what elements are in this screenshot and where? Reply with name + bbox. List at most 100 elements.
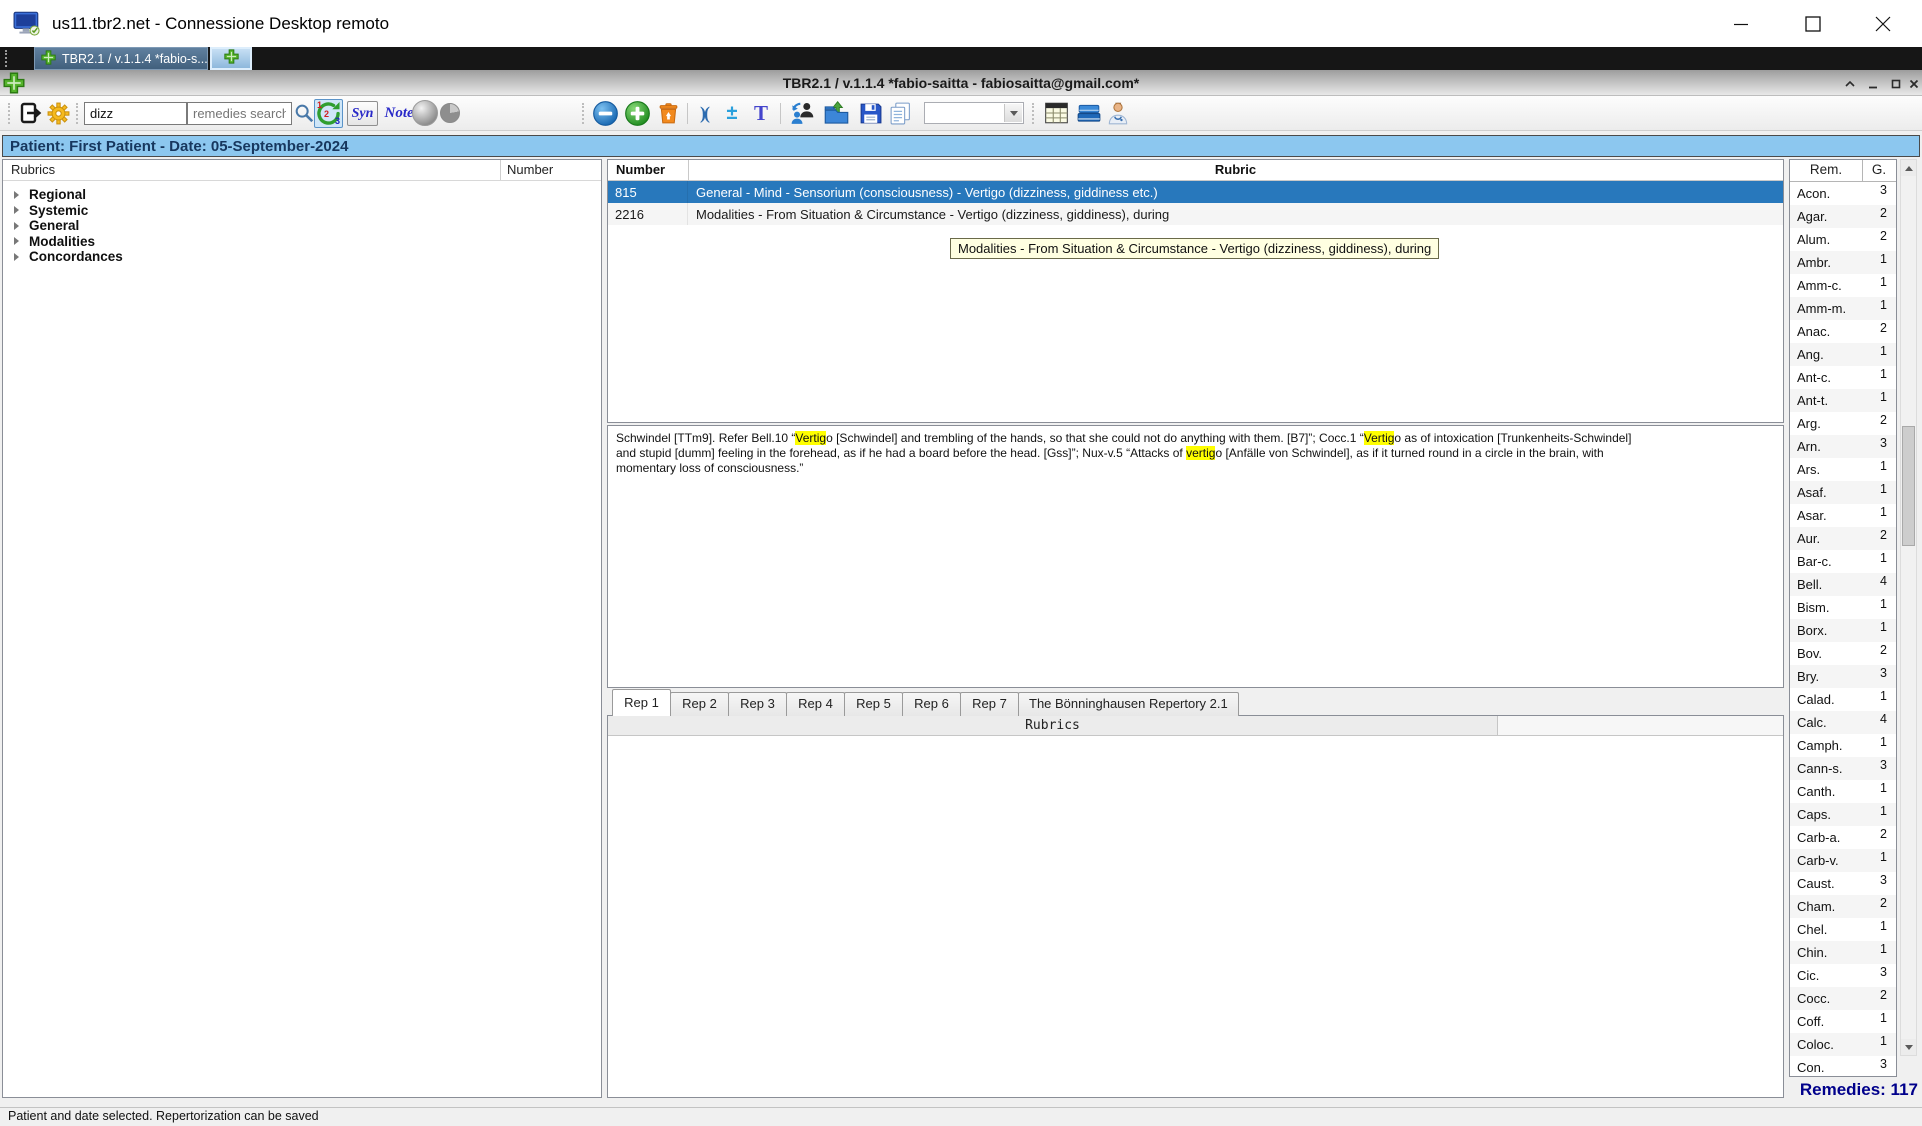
remedy-row[interactable]: Bar-c.1 xyxy=(1790,550,1896,573)
dropdown-arrow-icon[interactable] xyxy=(1004,104,1022,122)
repertory-library-button[interactable] xyxy=(1075,100,1103,126)
tab-rep-2[interactable]: Rep 2 xyxy=(670,692,729,716)
syn-button[interactable]: Syn xyxy=(347,101,378,126)
patient-info-button[interactable] xyxy=(1104,100,1132,126)
remedies-search-input[interactable] xyxy=(187,102,292,125)
remedy-row[interactable]: Carb-v.1 xyxy=(1790,849,1896,872)
app-minimize-button[interactable] xyxy=(1864,76,1881,91)
delete-bin-button[interactable] xyxy=(655,100,682,126)
rubric-row[interactable]: 815General - Mind - Sensorium (conscious… xyxy=(608,181,1783,203)
expand-arrow-icon[interactable] xyxy=(14,253,19,261)
app-shade-button[interactable] xyxy=(1841,76,1858,91)
remedy-row[interactable]: Bell.4 xyxy=(1790,573,1896,596)
tree-header-rubrics[interactable]: Rubrics xyxy=(11,162,55,177)
text-tool-button[interactable]: T xyxy=(748,100,774,126)
remedy-row[interactable]: Amm-c.1 xyxy=(1790,274,1896,297)
remedy-row[interactable]: Agar.2 xyxy=(1790,205,1896,228)
remedy-row[interactable]: Cann-s.3 xyxy=(1790,757,1896,780)
app-restore-button[interactable] xyxy=(1887,76,1904,91)
remedy-row[interactable]: Bry.3 xyxy=(1790,665,1896,688)
remedy-row[interactable]: Bism.1 xyxy=(1790,596,1896,619)
remedy-row[interactable]: Asaf.1 xyxy=(1790,481,1896,504)
remedy-row[interactable]: Ang.1 xyxy=(1790,343,1896,366)
plus-minus-button[interactable]: ± xyxy=(721,100,743,126)
remedy-row[interactable]: Bov.2 xyxy=(1790,642,1896,665)
remedies-scrollbar[interactable] xyxy=(1900,159,1917,1056)
remedies-header-grade[interactable]: G. xyxy=(1862,162,1896,177)
tab-rep-7[interactable]: Rep 7 xyxy=(960,692,1019,716)
tree-item-regional[interactable]: Regional xyxy=(3,187,601,203)
repertorize-toggle-button[interactable]: 1 2 3 xyxy=(314,99,343,128)
tab-rep-6[interactable]: Rep 6 xyxy=(902,692,961,716)
scroll-up-icon[interactable] xyxy=(1901,160,1916,176)
tab-rep-3[interactable]: Rep 3 xyxy=(728,692,787,716)
remedy-row[interactable]: Chin.1 xyxy=(1790,941,1896,964)
remedy-row[interactable]: Coloc.1 xyxy=(1790,1033,1896,1056)
tree-item-systemic[interactable]: Systemic xyxy=(3,203,601,219)
add-rubric-button[interactable] xyxy=(623,100,651,126)
scroll-down-icon[interactable] xyxy=(1901,1039,1916,1055)
repertory-dropdown[interactable] xyxy=(924,102,1024,124)
remedy-row[interactable]: Borx.1 xyxy=(1790,619,1896,642)
remedy-row[interactable]: Calc.4 xyxy=(1790,711,1896,734)
tab-rep-5[interactable]: Rep 5 xyxy=(844,692,903,716)
rubric-row[interactable]: 2216Modalities - From Situation & Circum… xyxy=(608,203,1783,225)
remedy-row[interactable]: Cic.3 xyxy=(1790,964,1896,987)
search-button[interactable] xyxy=(293,100,315,126)
remove-rubric-button[interactable] xyxy=(591,100,619,126)
remedy-row[interactable]: Caust.3 xyxy=(1790,872,1896,895)
table-view-button[interactable] xyxy=(1041,100,1071,126)
rep-rubrics-header[interactable]: Rubrics xyxy=(608,716,1498,736)
combine-rubrics-button[interactable]: )( xyxy=(691,100,717,126)
tab-rep-1[interactable]: Rep 1 xyxy=(612,689,671,716)
remedy-row[interactable]: Camph.1 xyxy=(1790,734,1896,757)
pie-chart-button[interactable] xyxy=(440,100,460,126)
remedy-row[interactable]: Cham.2 xyxy=(1790,895,1896,918)
tab-rep-4[interactable]: Rep 4 xyxy=(786,692,845,716)
remedy-row[interactable]: Amm-m.1 xyxy=(1790,297,1896,320)
remedy-row[interactable]: Caps.1 xyxy=(1790,803,1896,826)
expand-arrow-icon[interactable] xyxy=(14,237,19,245)
remedy-row[interactable]: Ambr.1 xyxy=(1790,251,1896,274)
patient-swap-button[interactable] xyxy=(788,100,818,126)
remedy-row[interactable]: Arg.2 xyxy=(1790,412,1896,435)
taskbar-tab-icon-only[interactable] xyxy=(210,47,252,70)
remedy-row[interactable]: Con.3 xyxy=(1790,1056,1896,1077)
remedy-row[interactable]: Carb-a.2 xyxy=(1790,826,1896,849)
tree-item-modalities[interactable]: Modalities xyxy=(3,234,601,250)
remedy-row[interactable]: Aur.2 xyxy=(1790,527,1896,550)
remedy-row[interactable]: Arn.3 xyxy=(1790,435,1896,458)
remedy-row[interactable]: Chel.1 xyxy=(1790,918,1896,941)
window-minimize-button[interactable] xyxy=(1712,0,1770,47)
tree-item-general[interactable]: General xyxy=(3,218,601,234)
app-close-button[interactable] xyxy=(1905,76,1922,91)
sphere-chart-button[interactable] xyxy=(412,100,438,126)
copy-button[interactable] xyxy=(886,100,914,126)
expand-arrow-icon[interactable] xyxy=(14,206,19,214)
taskbar-tab-tbr[interactable]: TBR2.1 / v.1.1.4 *fabio-s... xyxy=(34,47,208,70)
open-folder-button[interactable] xyxy=(821,100,851,126)
exit-button[interactable] xyxy=(17,100,44,126)
remedy-row[interactable]: Acon.3 xyxy=(1790,182,1896,205)
remedy-row[interactable]: Ars.1 xyxy=(1790,458,1896,481)
gear-button[interactable] xyxy=(45,100,72,126)
remedy-row[interactable]: Ant-t.1 xyxy=(1790,389,1896,412)
expand-arrow-icon[interactable] xyxy=(14,222,19,230)
scrollbar-thumb[interactable] xyxy=(1902,426,1915,546)
window-maximize-button[interactable] xyxy=(1784,0,1842,47)
remedy-row[interactable]: Calad.1 xyxy=(1790,688,1896,711)
remedy-row[interactable]: Canth.1 xyxy=(1790,780,1896,803)
remedy-row[interactable]: Coff.1 xyxy=(1790,1010,1896,1033)
remedy-row[interactable]: Alum.2 xyxy=(1790,228,1896,251)
save-button[interactable] xyxy=(856,100,884,126)
tab-the-b-nninghausen-repertory-2-1[interactable]: The Bönninghausen Repertory 2.1 xyxy=(1018,692,1239,716)
header-number[interactable]: Number xyxy=(616,162,665,177)
tree-item-concordances[interactable]: Concordances xyxy=(3,249,601,265)
remedy-row[interactable]: Asar.1 xyxy=(1790,504,1896,527)
tree-header-number[interactable]: Number xyxy=(507,162,553,177)
remedies-header-rem[interactable]: Rem. xyxy=(1790,162,1862,177)
search-input[interactable] xyxy=(84,102,187,125)
remedy-row[interactable]: Cocc.2 xyxy=(1790,987,1896,1010)
window-close-button[interactable] xyxy=(1854,0,1912,47)
expand-arrow-icon[interactable] xyxy=(14,191,19,199)
